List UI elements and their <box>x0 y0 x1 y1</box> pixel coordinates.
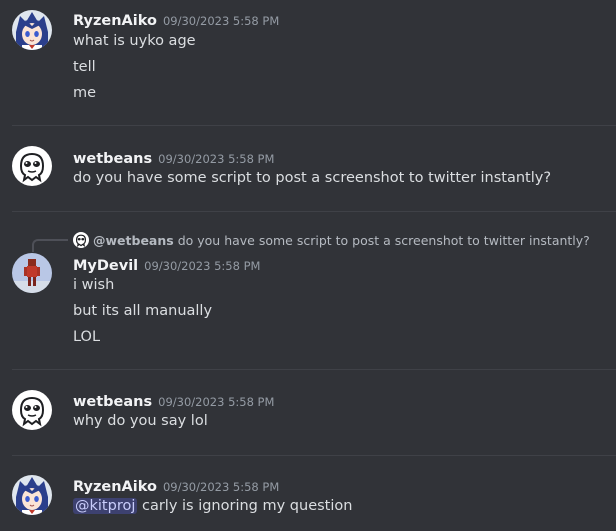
username[interactable]: wetbeans <box>73 151 152 167</box>
message-text: me <box>73 85 97 101</box>
message-text: @kitproj carly is ignoring my question <box>73 498 352 514</box>
username[interactable]: RyzenAiko <box>73 13 157 29</box>
message-text: what is uyko age <box>73 33 196 49</box>
message-text-content: carly is ignoring my question <box>137 498 353 514</box>
message-text: tell <box>73 59 96 75</box>
message-timestamp: 09/30/2023 5:58 PM <box>158 152 275 166</box>
reply-connector <box>32 239 68 252</box>
reply-text: do you have some script to post a screen… <box>177 233 590 248</box>
message-divider <box>12 455 616 456</box>
message-text: LOL <box>73 329 101 345</box>
message-text: do you have some script to post a screen… <box>73 170 552 186</box>
red-figure-avatar-icon <box>12 253 52 293</box>
reply-mention[interactable]: @wetbeans <box>93 233 174 248</box>
message-divider <box>12 125 616 126</box>
message-timestamp: 09/30/2023 5:58 PM <box>144 259 261 273</box>
anime-girl-avatar-icon <box>12 10 52 50</box>
chat-message-list: RyzenAiko 09/30/2023 5:58 PM what is uyko… <box>0 0 616 531</box>
message-timestamp: 09/30/2023 5:58 PM <box>162 14 280 28</box>
message-text: i wish <box>73 277 115 293</box>
user-avatar[interactable] <box>12 146 52 186</box>
username[interactable]: MyDevil <box>73 258 138 274</box>
cartoon-face-avatar-icon <box>73 232 89 248</box>
cartoon-face-avatar-icon <box>12 146 52 186</box>
message-timestamp: 09/30/2023 5:58 PM <box>158 395 275 409</box>
message-divider <box>12 211 616 212</box>
username[interactable]: RyzenAiko <box>73 479 157 495</box>
anime-girl-avatar-icon <box>12 475 52 515</box>
cartoon-face-avatar-icon <box>12 390 52 430</box>
username[interactable]: wetbeans <box>73 394 152 410</box>
user-avatar[interactable] <box>12 390 52 430</box>
message-divider <box>12 369 616 370</box>
reply-avatar <box>73 232 89 248</box>
user-avatar[interactable] <box>12 253 52 293</box>
user-avatar[interactable] <box>12 10 52 50</box>
message-text: why do you say lol <box>73 413 208 429</box>
message-timestamp: 09/30/2023 5:58 PM <box>162 480 280 494</box>
user-mention[interactable]: @kitproj <box>73 498 138 514</box>
user-avatar[interactable] <box>12 475 52 515</box>
message-text: but its all manually <box>73 303 213 319</box>
reply-preview[interactable]: @wetbeans do you have some script to post… <box>73 232 590 248</box>
